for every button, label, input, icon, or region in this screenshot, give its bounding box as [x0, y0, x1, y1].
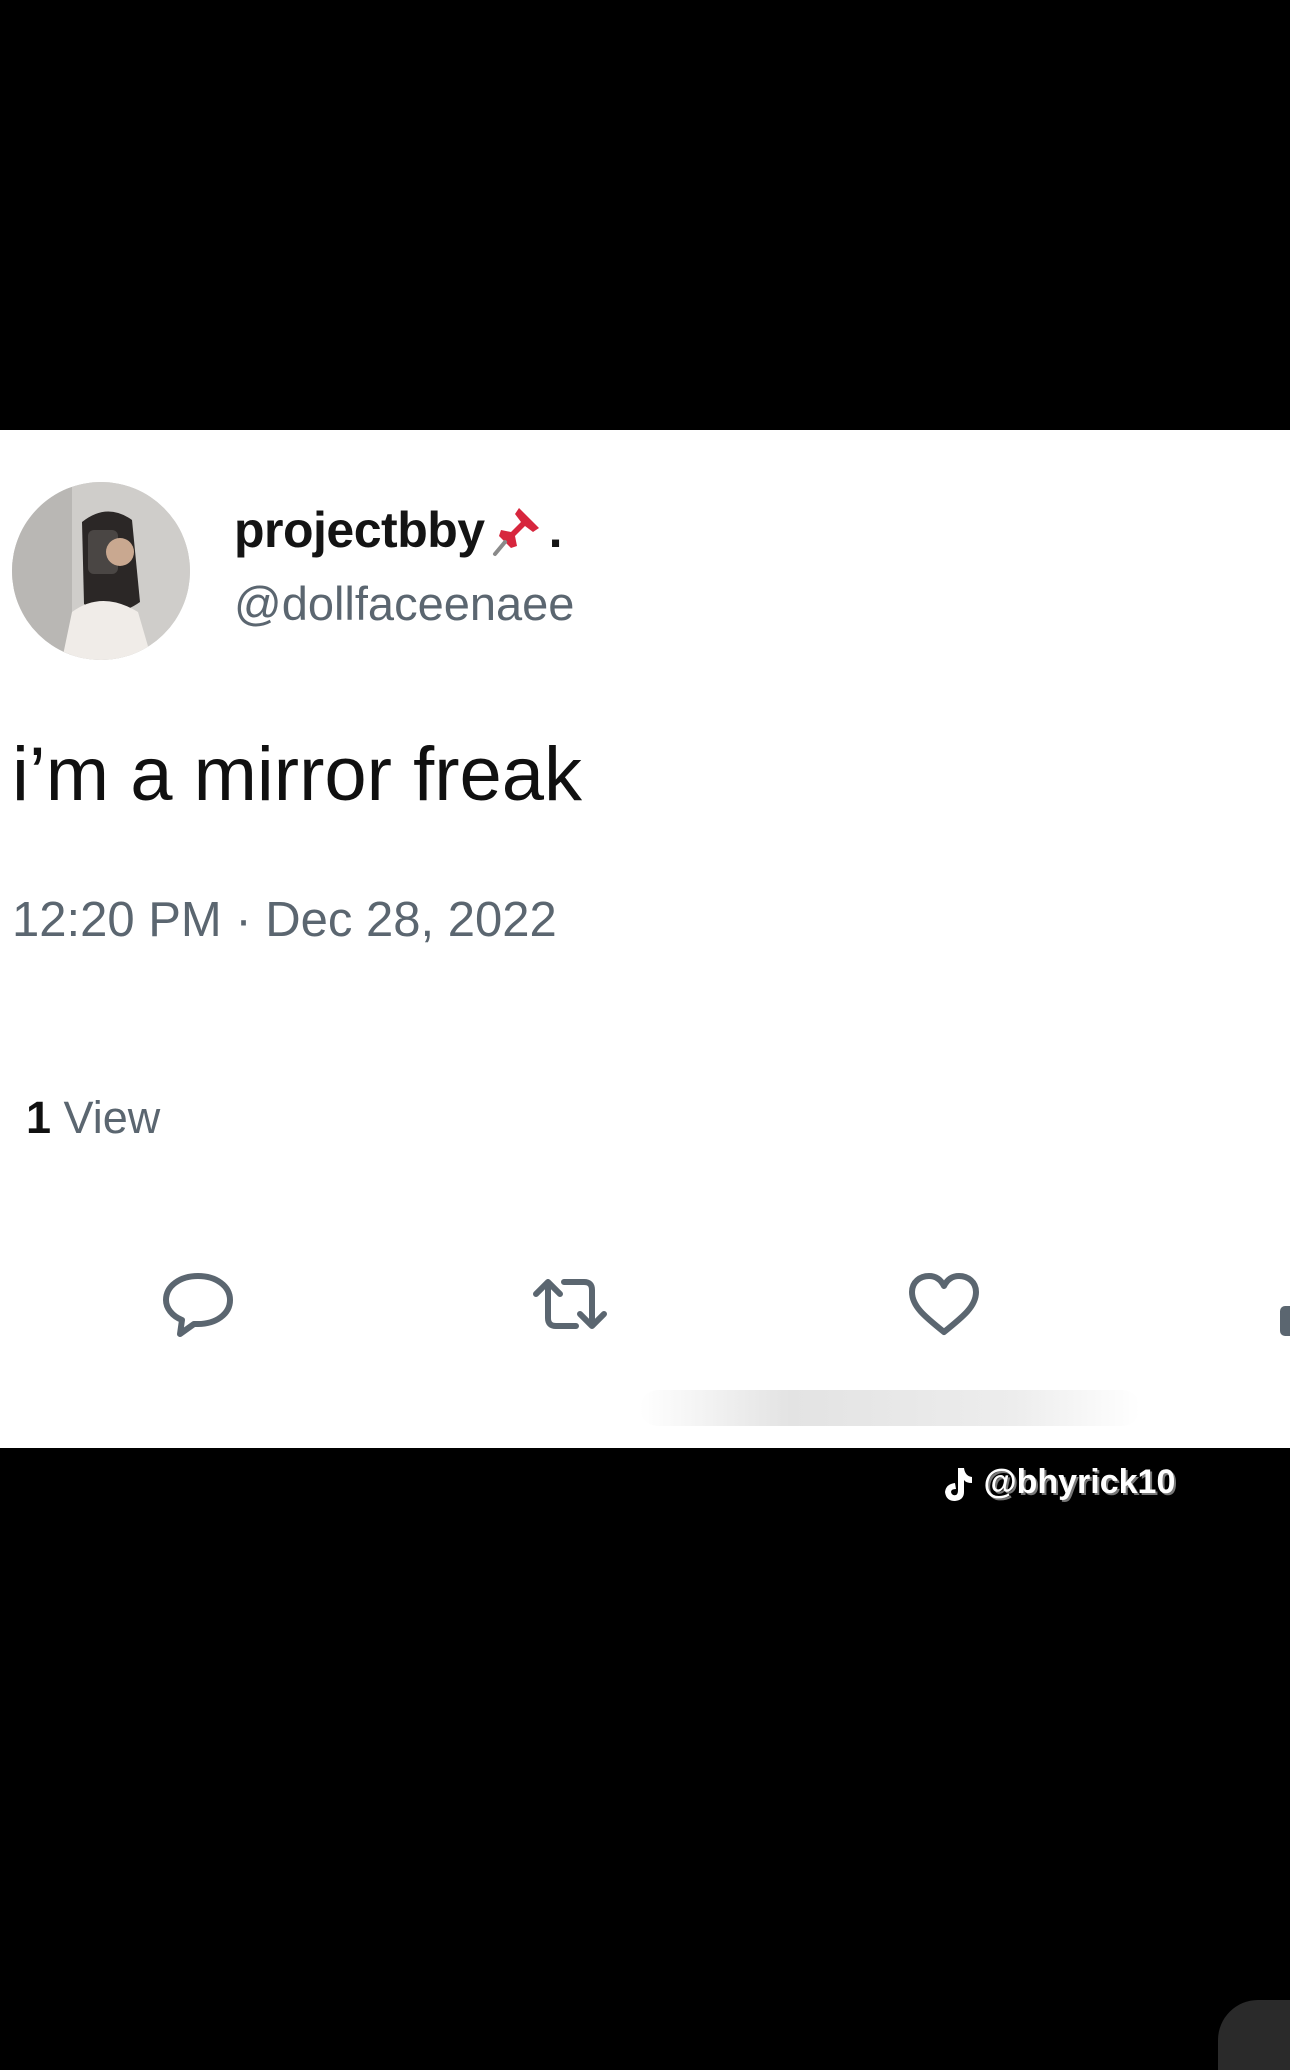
display-name-text: projectbby: [234, 502, 485, 558]
view-count-label: View: [63, 1092, 161, 1143]
avatar[interactable]: [12, 482, 190, 660]
view-count-number: 1: [26, 1092, 52, 1143]
retweet-button[interactable]: [530, 1268, 610, 1340]
watermark: @bhyrick10: [940, 1462, 1175, 1504]
pushpin-icon: [492, 507, 539, 556]
name-suffix: .: [548, 502, 563, 558]
retweet-icon: [533, 1279, 607, 1329]
floating-corner-button[interactable]: [1218, 2000, 1290, 2070]
handle[interactable]: @dollfaceenaee: [234, 575, 574, 633]
heart-icon: [909, 1273, 979, 1335]
view-count: 1 View: [26, 1090, 160, 1146]
like-button[interactable]: [904, 1268, 984, 1340]
timestamp[interactable]: 12:20 PM · Dec 28, 2022: [12, 890, 557, 950]
reply-bubble-icon: [163, 1273, 233, 1337]
share-icon[interactable]: [1280, 1306, 1290, 1336]
watermark-text: @bhyrick10: [983, 1463, 1176, 1501]
smudge-overlay: [640, 1390, 1140, 1426]
reply-button[interactable]: [158, 1268, 238, 1340]
avatar-photo: [12, 482, 190, 660]
tweet-text: i’m a mirror freak: [12, 732, 583, 817]
tiktok-logo-icon: [945, 1468, 972, 1502]
display-name[interactable]: projectbby .: [234, 500, 563, 560]
